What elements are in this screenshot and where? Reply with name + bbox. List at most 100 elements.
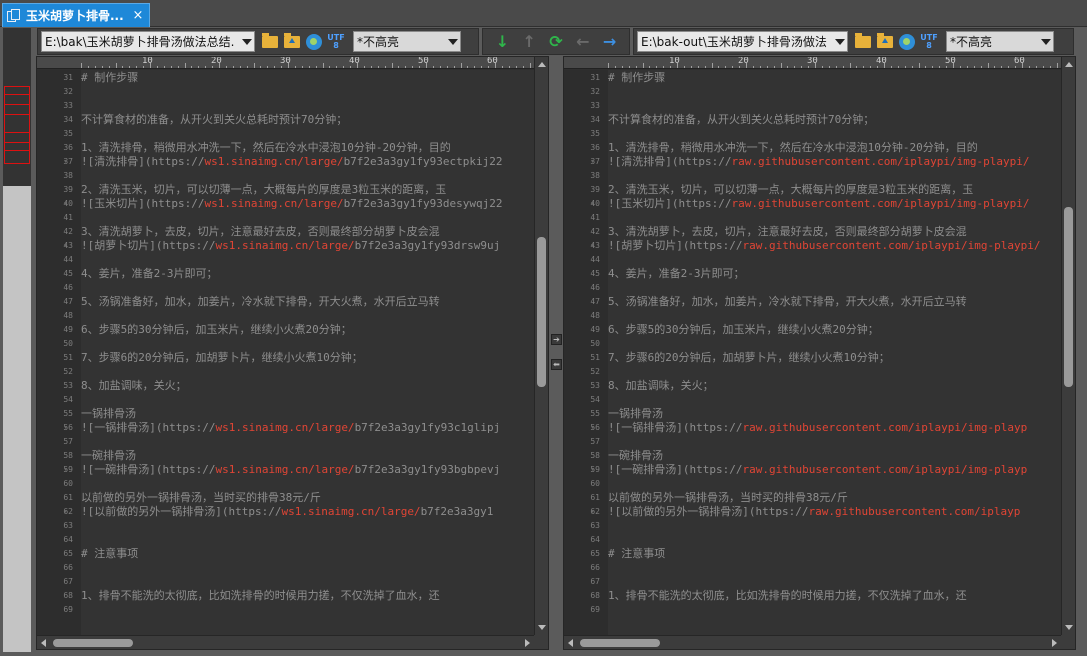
ruler-tick	[628, 66, 630, 68]
line-number: 54	[590, 395, 600, 404]
utf8-icon: UTF 8	[327, 32, 345, 50]
fold-marker-icon[interactable]: ▾	[64, 463, 67, 477]
ruler-tick	[877, 66, 879, 68]
ruler-tick	[677, 63, 678, 68]
minimap-viewport[interactable]	[4, 86, 30, 164]
right-path-field[interactable]: E:\bak-out\玉米胡萝卜排骨汤做法	[637, 31, 848, 52]
fold-marker-icon[interactable]: ▾	[64, 239, 67, 253]
fold-marker-icon[interactable]: ▾	[64, 421, 67, 435]
right-highlight-select[interactable]: *不高亮	[946, 31, 1054, 52]
encoding-button[interactable]: UTF 8	[325, 31, 347, 53]
scrollbar-thumb[interactable]	[537, 237, 546, 387]
vertical-scrollbar[interactable]	[1061, 57, 1075, 635]
browse-folder-button[interactable]	[874, 31, 896, 53]
code-line: 1、清洗排骨，稍微用水冲洗一下，然后在冷水中浸泡10分钟-20分钟，目的	[608, 141, 978, 154]
line-number: 31	[590, 73, 600, 82]
code-line: 3、清洗胡萝卜，去皮，切片，注意最好去皮，否则最终部分胡萝卜皮会混	[81, 225, 440, 238]
scroll-up-icon[interactable]	[1065, 62, 1073, 67]
copy-left-icon[interactable]: ⬅	[551, 359, 562, 370]
line-number: 48	[590, 311, 600, 320]
ruler-tick	[752, 66, 754, 68]
chevron-down-icon[interactable]	[242, 39, 252, 45]
url-host: raw.githubusercontent.com/iplayp	[808, 505, 1021, 518]
scroll-left-icon[interactable]	[568, 639, 573, 647]
left-path-field[interactable]: E:\bak\玉米胡萝卜排骨汤做法总结.	[41, 31, 255, 52]
ruler-tick	[439, 66, 441, 68]
chevron-down-icon[interactable]	[1041, 39, 1051, 45]
reload-button[interactable]	[303, 31, 325, 53]
folder-up-icon	[284, 32, 300, 48]
open-folder-button[interactable]	[852, 31, 874, 53]
line-number: 52	[590, 367, 600, 376]
ruler-tick	[460, 63, 462, 68]
scroll-left-icon[interactable]	[41, 639, 46, 647]
ruler-tick	[711, 63, 713, 68]
left-editor-pane[interactable]: 10 20 30 40 50 60 31 32 33 34 35 36 37 ▾ 38 39 40 ▾ 41 42 4…	[36, 56, 549, 650]
line-number: 65	[590, 549, 600, 558]
ruler-tick	[1049, 66, 1051, 68]
ruler-tick	[870, 66, 872, 68]
chevron-down-icon[interactable]	[835, 39, 845, 45]
refresh-icon[interactable]: ⟳	[549, 32, 562, 51]
location-pane[interactable]	[3, 28, 31, 652]
scroll-right-icon[interactable]	[525, 639, 530, 647]
horizontal-scrollbar[interactable]	[37, 635, 534, 649]
ruler-tick	[508, 66, 510, 68]
fold-marker-icon[interactable]: ▾	[591, 421, 594, 435]
horizontal-scrollbar[interactable]	[564, 635, 1061, 649]
fold-marker-icon[interactable]: ▾	[591, 505, 594, 519]
fold-marker-icon[interactable]: ▾	[591, 239, 594, 253]
encoding-button[interactable]: UTF 8	[918, 31, 940, 53]
ruler-tick	[350, 66, 352, 68]
ruler-tick	[281, 66, 283, 68]
folder-icon	[262, 32, 278, 48]
reload-button[interactable]	[896, 31, 918, 53]
line-number: 58	[590, 451, 600, 460]
scroll-down-icon[interactable]	[538, 625, 546, 630]
fold-marker-icon[interactable]: ▾	[591, 463, 594, 477]
ruler-tick	[336, 66, 338, 68]
url-host: ws1.sinaimg.cn/large/	[215, 463, 355, 476]
ruler-tick	[1022, 63, 1023, 68]
ruler-tick	[446, 66, 448, 68]
open-folder-button[interactable]	[259, 31, 281, 53]
ruler-tick	[377, 66, 379, 68]
line-number: 58	[63, 451, 73, 460]
scrollbar-thumb[interactable]	[1064, 207, 1073, 387]
scroll-up-icon[interactable]	[538, 62, 546, 67]
scroll-down-icon[interactable]	[1065, 625, 1073, 630]
ruler-tick	[94, 66, 96, 68]
right-code-area[interactable]: # 制作步骤 不计算食材的准备，从开火到关火总耗时预计70分钟； 1、清洗排骨，稍微…	[608, 70, 1061, 635]
right-editor-pane[interactable]: 10 20 30 40 50 60 31 32 33 34 35 36 37 ▾ 38 39 40 ▾ 41 42 4…	[563, 56, 1076, 650]
fold-marker-icon[interactable]: ▾	[64, 197, 67, 211]
left-highlight-select[interactable]: *不高亮	[353, 31, 461, 52]
left-code-area[interactable]: # 制作步骤 不计算食材的准备，从开火到关火总耗时预计70分钟； 1、清洗排骨，稍微…	[81, 70, 534, 635]
line-number: 57	[590, 437, 600, 446]
fold-marker-icon[interactable]: ▾	[64, 505, 67, 519]
close-icon[interactable]: ×	[131, 8, 145, 23]
line-number: 40	[590, 199, 600, 208]
minimap-diff-mark	[5, 150, 29, 151]
ruler-tick	[495, 63, 496, 68]
scrollbar-thumb[interactable]	[53, 639, 133, 647]
chevron-down-icon[interactable]	[448, 39, 458, 45]
code-text: b7f2e3a3gy1fy93c1glipj	[354, 421, 501, 434]
code-text: ![一锅排骨汤](https://	[608, 421, 743, 434]
fold-marker-icon[interactable]: ▾	[591, 155, 594, 169]
fold-marker-icon[interactable]: ▾	[591, 197, 594, 211]
scroll-right-icon[interactable]	[1052, 639, 1057, 647]
line-number: 34	[63, 115, 73, 124]
fold-marker-icon[interactable]: ▾	[64, 155, 67, 169]
line-number: 48	[63, 311, 73, 320]
vertical-scrollbar[interactable]	[534, 57, 548, 635]
browse-folder-button[interactable]	[281, 31, 303, 53]
scrollbar-thumb[interactable]	[580, 639, 660, 647]
ruler-tick	[501, 66, 503, 68]
copy-right-icon[interactable]: ➔	[551, 334, 562, 345]
code-line: 6、步骤5的30分钟后，加玉米片，继续小火煮20分钟；	[608, 323, 879, 336]
line-number: 65	[63, 549, 73, 558]
ruler-tick	[690, 66, 692, 68]
tab-file[interactable]: 玉米胡萝卜排骨... ×	[2, 3, 150, 27]
copy-to-right-icon[interactable]: →	[603, 32, 616, 51]
next-diff-icon[interactable]: ↓	[496, 32, 509, 51]
